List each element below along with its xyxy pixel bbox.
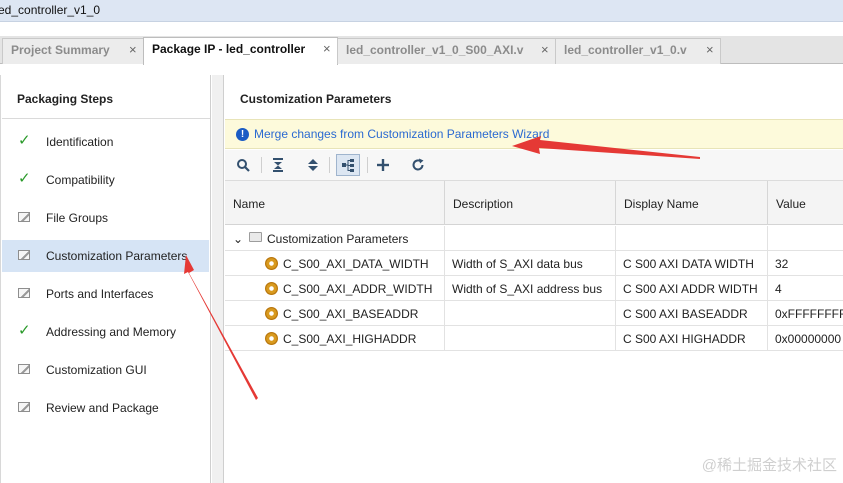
column-header-description[interactable]: Description xyxy=(445,181,616,225)
close-icon[interactable]: × xyxy=(541,39,549,61)
edit-icon xyxy=(18,286,32,300)
close-icon[interactable]: × xyxy=(706,39,714,61)
step-label: Review and Package xyxy=(46,401,159,415)
step-label: Customization Parameters xyxy=(46,249,188,263)
parameter-gear-icon xyxy=(265,332,278,345)
step-identification[interactable]: ✓ Identification xyxy=(2,126,209,158)
parameter-gear-icon xyxy=(265,257,278,270)
step-review-and-package[interactable]: Review and Package xyxy=(2,392,209,424)
check-icon: ✓ xyxy=(18,132,31,149)
merge-banner: ! Merge changes from Customization Param… xyxy=(225,119,843,149)
folder-icon xyxy=(249,232,262,242)
tab-label: led_controller_v1_0.v xyxy=(564,43,687,57)
hierarchy-icon[interactable] xyxy=(336,154,360,176)
watermark: @稀土掘金技术社区 xyxy=(701,457,837,474)
step-label: Addressing and Memory xyxy=(46,325,177,339)
collapse-all-icon[interactable] xyxy=(266,154,290,176)
edit-icon xyxy=(18,362,32,376)
step-label: File Groups xyxy=(46,211,109,225)
tab-package-ip[interactable]: Package IP - led_controller × xyxy=(143,37,338,65)
close-icon[interactable]: × xyxy=(323,38,331,60)
merge-wizard-link[interactable]: Merge changes from Customization Paramet… xyxy=(254,127,549,141)
table-header: Name Description Display Name Value xyxy=(225,181,843,225)
refresh-icon[interactable] xyxy=(406,154,430,176)
add-icon[interactable] xyxy=(371,154,395,176)
close-icon[interactable]: × xyxy=(129,39,137,61)
tab-label: Project Summary xyxy=(11,43,110,57)
editor-tab-bar: Project Summary × Package IP - led_contr… xyxy=(0,36,843,65)
table-toolbar xyxy=(225,150,843,181)
step-label: Customization GUI xyxy=(46,363,147,377)
tab-project-summary[interactable]: Project Summary × xyxy=(2,38,144,64)
toolbar-divider xyxy=(329,157,330,173)
step-label: Ports and Interfaces xyxy=(46,287,154,301)
table-row[interactable]: C_S00_AXI_DATA_WIDTH Width of S_AXI data… xyxy=(225,251,843,276)
info-icon: ! xyxy=(236,128,249,141)
window-titlebar: ed_controller_v1_0 xyxy=(0,0,843,22)
parameter-gear-icon xyxy=(265,307,278,320)
packaging-steps-panel: Packaging Steps ✓ Identification ✓ Compa… xyxy=(0,75,211,483)
search-icon[interactable] xyxy=(231,154,255,176)
step-addressing-and-memory[interactable]: ✓ Addressing and Memory xyxy=(2,316,209,348)
step-label: Compatibility xyxy=(46,173,115,187)
tab-top-source[interactable]: led_controller_v1_0.v × xyxy=(555,38,721,64)
step-customization-gui[interactable]: Customization GUI xyxy=(2,354,209,386)
tab-s00-axi-source[interactable]: led_controller_v1_0_S00_AXI.v × xyxy=(337,38,556,64)
toolbar-divider xyxy=(367,157,368,173)
tab-label: led_controller_v1_0_S00_AXI.v xyxy=(346,43,524,57)
parameter-gear-icon xyxy=(265,282,278,295)
table-group-row[interactable]: ⌄ Customization Parameters xyxy=(225,226,843,251)
titlebar-gap xyxy=(0,22,843,36)
edit-icon xyxy=(18,400,32,414)
column-header-name[interactable]: Name xyxy=(225,181,445,225)
panel-splitter[interactable] xyxy=(212,75,223,483)
step-customization-parameters[interactable]: Customization Parameters xyxy=(2,240,209,272)
table-row[interactable]: C_S00_AXI_ADDR_WIDTH Width of S_AXI addr… xyxy=(225,276,843,301)
page-title: Customization Parameters xyxy=(240,92,392,106)
expand-all-icon[interactable] xyxy=(301,154,325,176)
table-row[interactable]: C_S00_AXI_BASEADDR C S00 AXI BASEADDR 0x… xyxy=(225,301,843,326)
table-row[interactable]: C_S00_AXI_HIGHADDR C S00 AXI HIGHADDR 0x… xyxy=(225,326,843,351)
check-icon: ✓ xyxy=(18,170,31,187)
customization-parameters-panel: Customization Parameters ! Merge changes… xyxy=(223,75,843,483)
check-icon: ✓ xyxy=(18,322,31,339)
column-header-value[interactable]: Value xyxy=(768,181,843,225)
chevron-down-icon[interactable]: ⌄ xyxy=(233,232,243,246)
packaging-steps-title: Packaging Steps xyxy=(17,92,114,106)
step-compatibility[interactable]: ✓ Compatibility xyxy=(2,164,209,196)
toolbar-divider xyxy=(261,157,262,173)
step-ports-and-interfaces[interactable]: Ports and Interfaces xyxy=(2,278,209,310)
divider xyxy=(2,118,210,119)
step-label: Identification xyxy=(46,135,114,149)
step-file-groups[interactable]: File Groups xyxy=(2,202,209,234)
edit-icon xyxy=(18,210,32,224)
column-header-display-name[interactable]: Display Name xyxy=(616,181,768,225)
window-title: ed_controller_v1_0 xyxy=(0,3,101,17)
group-label: Customization Parameters xyxy=(267,232,409,246)
edit-icon xyxy=(18,248,32,262)
tab-label: Package IP - led_controller xyxy=(152,42,306,56)
